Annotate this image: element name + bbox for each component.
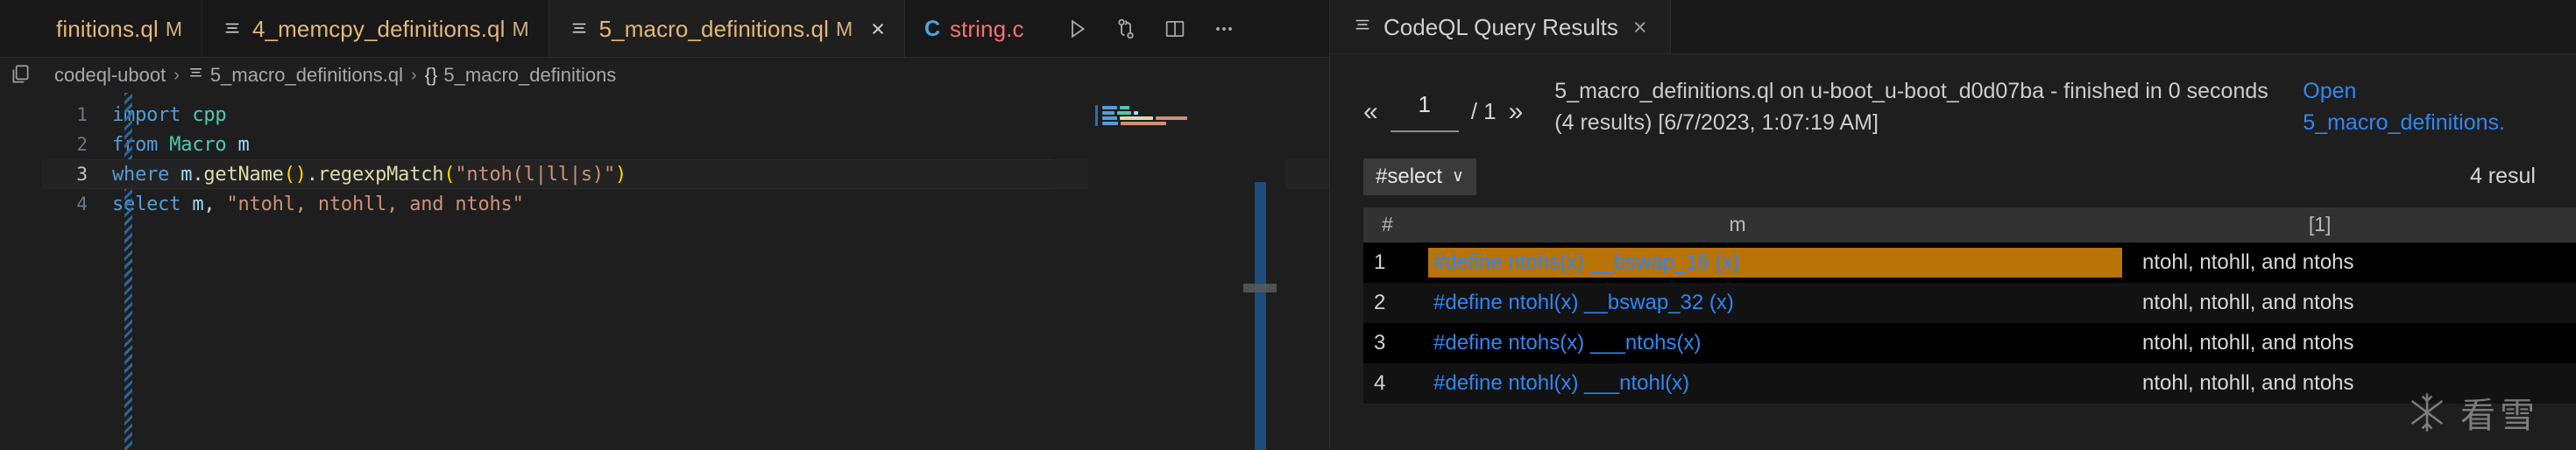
- breadcrumb-symbol-label: 5_macro_definitions: [443, 64, 616, 87]
- row-macro-text: #define ntohl(x) ___ntohl(x): [1428, 369, 1695, 398]
- tab-dirty-indicator: M: [166, 18, 182, 41]
- list-icon: [1353, 16, 1372, 39]
- results-tab-bar: CodeQL Query Results ×: [1330, 0, 2576, 54]
- line-number: 2: [42, 134, 88, 155]
- tab-label: string.c: [950, 16, 1024, 43]
- table-row[interactable]: 1 #define ntohs(x) __bswap_16 (x) ntohl,…: [1363, 243, 2576, 283]
- breadcrumb-file[interactable]: 5_macro_definitions.ql: [188, 64, 403, 87]
- results-tab-label: CodeQL Query Results: [1384, 14, 1618, 41]
- open-query-link[interactable]: Open 5_macro_definitions.: [2303, 75, 2530, 139]
- run-info-text: 5_macro_definitions.ql on u-boot_u-boot_…: [1554, 75, 2273, 139]
- tab-finitions-ql[interactable]: finitions.ql M: [42, 0, 202, 58]
- close-icon[interactable]: ×: [871, 18, 885, 41]
- pagination: « / 1 »: [1330, 75, 1523, 132]
- row-message-cell: ntohl, ntohll, and ntohs: [2130, 250, 2354, 275]
- editor-toolbar: [1046, 16, 1258, 42]
- row-macro-cell[interactable]: #define ntohs(x) ___ntohs(x): [1416, 328, 2130, 358]
- row-index: 1: [1363, 250, 1416, 275]
- row-message-cell: ntohl, ntohll, and ntohs: [2130, 291, 2354, 315]
- prev-page-icon[interactable]: «: [1363, 97, 1378, 127]
- chevron-down-icon: ∨: [1452, 166, 1464, 186]
- open-link-line1: Open: [2303, 79, 2356, 103]
- snowflake-icon: [2404, 390, 2450, 435]
- copy-files-icon[interactable]: [9, 63, 32, 86]
- code-text: where m.getName().regexpMatch("ntoh(l|ll…: [112, 164, 626, 186]
- code-text: select m, "ntohl, ntohll, and ntohs": [112, 193, 524, 215]
- overview-ruler[interactable]: [1255, 182, 1266, 450]
- watermark-text: 看雪: [2460, 387, 2539, 438]
- tab-label: 5_macro_definitions.ql: [599, 16, 829, 43]
- row-index: 3: [1363, 331, 1416, 355]
- line-number: 1: [42, 104, 88, 125]
- breadcrumb-root[interactable]: codeql-uboot: [54, 64, 166, 87]
- source-control-icon[interactable]: [1113, 16, 1139, 42]
- tab-label: 4_memcpy_definitions.ql: [252, 16, 505, 43]
- minimap-line: [1095, 121, 1285, 126]
- row-index: 2: [1363, 291, 1416, 315]
- split-editor-icon[interactable]: [1162, 16, 1188, 42]
- page-input[interactable]: [1391, 91, 1459, 132]
- table-header-row: # m [1]: [1363, 207, 2576, 243]
- breadcrumb-root-label: codeql-uboot: [54, 64, 166, 87]
- row-macro-cell[interactable]: #define ntohl(x) ___ntohl(x): [1416, 369, 2130, 398]
- tab-label: finitions.ql: [56, 16, 159, 43]
- editor-group: finitions.ql M 4_memcpy_definitions.ql M…: [0, 0, 1330, 450]
- tab-dirty-indicator: M: [836, 18, 853, 41]
- column-header-m[interactable]: m: [1412, 213, 2064, 236]
- close-icon[interactable]: ×: [1633, 14, 1647, 41]
- row-index: 4: [1363, 371, 1416, 396]
- breadcrumb-separator: ›: [411, 66, 417, 86]
- editor-tab-bar: finitions.ql M 4_memcpy_definitions.ql M…: [0, 0, 1329, 58]
- result-count-label: 4 resul: [2470, 164, 2536, 189]
- tab-codeql-query-results[interactable]: CodeQL Query Results ×: [1330, 0, 1671, 54]
- row-macro-cell[interactable]: #define ntohl(x) __bswap_32 (x): [1416, 288, 2130, 318]
- app-root: finitions.ql M 4_memcpy_definitions.ql M…: [0, 0, 2576, 450]
- row-message-cell: ntohl, ntohll, and ntohs: [2130, 331, 2354, 355]
- breadcrumb-file-label: 5_macro_definitions.ql: [210, 64, 403, 87]
- ql-file-icon: [222, 18, 243, 39]
- row-macro-text: #define ntohl(x) __bswap_32 (x): [1428, 288, 1739, 318]
- next-page-icon[interactable]: »: [1509, 97, 1524, 127]
- table-row[interactable]: 3 #define ntohs(x) ___ntohs(x) ntohl, nt…: [1363, 323, 2576, 363]
- breadcrumb-symbol[interactable]: {} 5_macro_definitions: [425, 64, 617, 87]
- table-row[interactable]: 4 #define ntohl(x) ___ntohl(x) ntohl, nt…: [1363, 363, 2576, 404]
- row-macro-cell[interactable]: #define ntohs(x) __bswap_16 (x): [1416, 248, 2130, 278]
- tab-string-c[interactable]: C string.c: [905, 0, 1277, 58]
- indent-guide: [124, 93, 132, 450]
- breadcrumb: codeql-uboot › 5_macro_definitions.ql › …: [42, 58, 1329, 93]
- line-number: 3: [42, 164, 88, 185]
- ql-file-icon: [188, 64, 204, 87]
- open-link-line2: 5_macro_definitions.: [2303, 110, 2505, 135]
- scrollbar-thumb[interactable]: [1243, 284, 1277, 292]
- column-header-index[interactable]: #: [1363, 213, 1412, 236]
- table-row[interactable]: 2 #define ntohl(x) __bswap_32 (x) ntohl,…: [1363, 283, 2576, 323]
- tab-4-memcpy-definitions-ql[interactable]: 4_memcpy_definitions.ql M: [202, 0, 549, 58]
- select-dropdown[interactable]: #select ∨: [1363, 158, 1476, 195]
- braces-icon: {}: [425, 64, 438, 87]
- breadcrumb-separator: ›: [173, 66, 180, 86]
- select-label: #select: [1376, 165, 1442, 189]
- results-body: « / 1 » 5_macro_definitions.ql on u-boot…: [1330, 54, 2576, 450]
- watermark: 看雪: [2404, 387, 2539, 438]
- row-message-cell: ntohl, ntohll, and ntohs: [2130, 371, 2354, 396]
- codeql-results-panel: CodeQL Query Results × « / 1 » 5_macro_d…: [1330, 0, 2576, 450]
- code-editor[interactable]: 1 import cpp 2 from Macro m 3 where m.ge…: [42, 93, 1329, 450]
- more-actions-icon[interactable]: [1211, 16, 1237, 42]
- code-text: from Macro m: [112, 134, 250, 156]
- line-number: 4: [42, 193, 88, 214]
- column-header-one[interactable]: [1]: [2063, 213, 2576, 236]
- tab-5-macro-definitions-ql[interactable]: 5_macro_definitions.ql M ×: [549, 0, 905, 58]
- results-table: # m [1] 1 #define ntohs(x) __bswap_16 (x…: [1363, 207, 2576, 404]
- minimap[interactable]: [1088, 93, 1285, 450]
- run-query-icon[interactable]: [1064, 16, 1090, 42]
- results-header: « / 1 » 5_macro_definitions.ql on u-boot…: [1330, 54, 2576, 139]
- row-macro-text: #define ntohs(x) __bswap_16 (x): [1428, 248, 2122, 278]
- results-toolbar: #select ∨ 4 resul: [1330, 139, 2576, 207]
- row-macro-text: #define ntohs(x) ___ntohs(x): [1428, 328, 1707, 358]
- tab-dirty-indicator: M: [512, 18, 528, 41]
- c-file-icon: C: [924, 17, 940, 42]
- page-total: / 1: [1471, 98, 1497, 125]
- ql-file-icon: [569, 18, 590, 39]
